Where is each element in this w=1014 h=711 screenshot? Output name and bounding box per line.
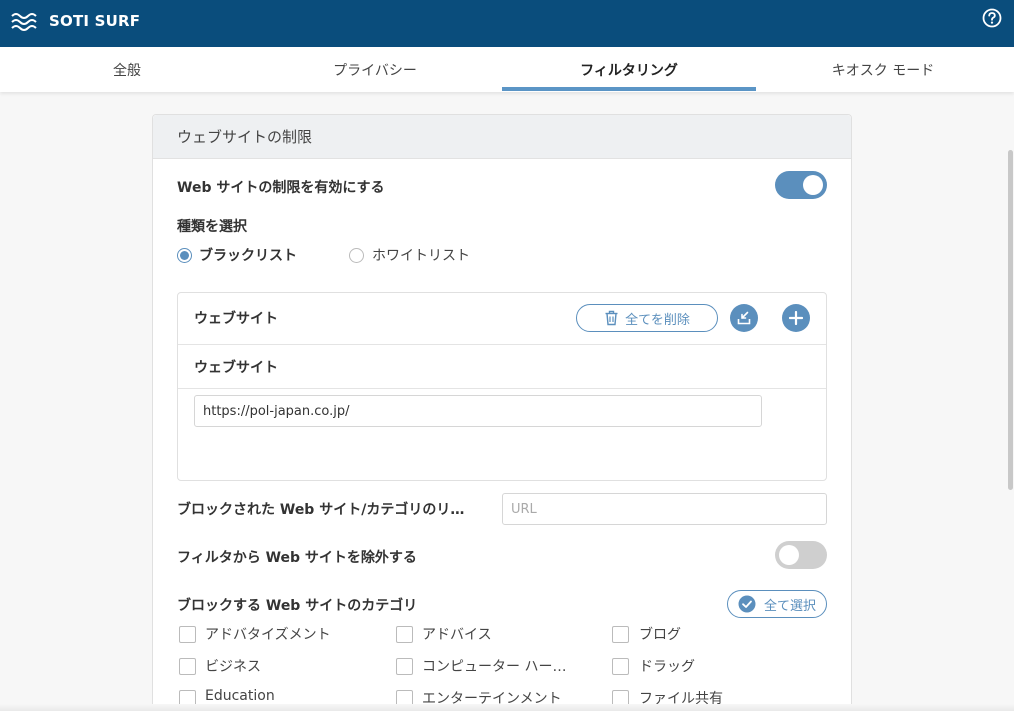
blacklist-label[interactable]: ブラックリスト bbox=[199, 245, 297, 265]
check-circle-icon bbox=[738, 595, 756, 613]
divider bbox=[178, 388, 826, 389]
tab-bar: 全般 プライバシー フィルタリング キオスク モード bbox=[0, 47, 1014, 92]
type-select-label: 種類を選択 bbox=[177, 219, 247, 235]
select-all-button[interactable]: 全て選択 bbox=[727, 590, 827, 618]
category-label-item[interactable]: コンピューター ハー… bbox=[422, 656, 566, 676]
category-label-item[interactable]: アドバタイズメント bbox=[205, 624, 331, 644]
waves-logo-icon bbox=[11, 13, 37, 31]
category-label-item[interactable]: Education bbox=[205, 688, 275, 704]
category-label-item[interactable]: ビジネス bbox=[205, 656, 261, 676]
enable-restriction-label: Web サイトの制限を有効にする bbox=[177, 180, 385, 196]
trash-icon bbox=[605, 310, 618, 326]
toggle-knob bbox=[803, 175, 823, 195]
tab-general[interactable]: 全般 bbox=[0, 47, 254, 92]
category-checkbox[interactable] bbox=[396, 626, 413, 643]
tab-filtering[interactable]: フィルタリング bbox=[502, 47, 756, 92]
enable-restriction-toggle[interactable] bbox=[775, 171, 827, 199]
whitelist-label[interactable]: ホワイトリスト bbox=[372, 245, 470, 265]
redirect-url-input[interactable] bbox=[502, 493, 827, 525]
add-website-button[interactable] bbox=[782, 304, 810, 332]
delete-all-button[interactable]: 全てを削除 bbox=[576, 304, 718, 332]
category-label-item[interactable]: アドバイス bbox=[422, 624, 492, 644]
category-checkbox[interactable] bbox=[396, 658, 413, 675]
category-label: ブロックする Web サイトのカテゴリ bbox=[177, 598, 418, 614]
website-restriction-panel: ウェブサイトの制限 Web サイトの制限を有効にする 種類を選択 ブラックリスト… bbox=[152, 114, 852, 711]
website-column-header: ウェブサイト bbox=[194, 360, 278, 376]
website-list-box: ウェブサイト 全てを削除 ウェブサイト bbox=[177, 292, 827, 481]
exclude-filter-label: フィルタから Web サイトを除外する bbox=[177, 550, 417, 566]
redirect-url-label: ブロックされた Web サイト/カテゴリのリ… bbox=[177, 502, 465, 518]
bottom-edge bbox=[0, 704, 1014, 711]
whitelist-radio[interactable] bbox=[349, 248, 364, 263]
category-checkbox[interactable] bbox=[612, 658, 629, 675]
tab-privacy[interactable]: プライバシー bbox=[248, 47, 502, 92]
plus-icon bbox=[789, 311, 803, 325]
category-label-item[interactable]: ブログ bbox=[639, 624, 681, 644]
scrollbar[interactable] bbox=[1008, 150, 1013, 490]
website-box-title: ウェブサイト bbox=[194, 311, 278, 327]
help-icon[interactable] bbox=[982, 8, 1002, 28]
website-entry-input[interactable] bbox=[194, 395, 762, 427]
category-checkbox[interactable] bbox=[179, 658, 196, 675]
toggle-knob bbox=[779, 545, 799, 565]
category-label-item[interactable]: ドラッグ bbox=[639, 656, 695, 676]
exclude-filter-toggle[interactable] bbox=[775, 541, 827, 569]
app-title: SOTI SURF bbox=[49, 12, 141, 30]
app-header: SOTI SURF bbox=[0, 0, 1014, 47]
blacklist-radio[interactable] bbox=[177, 248, 192, 263]
category-checkbox[interactable] bbox=[179, 626, 196, 643]
category-checkbox[interactable] bbox=[612, 626, 629, 643]
panel-header: ウェブサイトの制限 bbox=[153, 115, 851, 159]
import-icon bbox=[737, 311, 751, 325]
tab-kiosk-mode[interactable]: キオスク モード bbox=[756, 47, 1010, 92]
divider bbox=[178, 344, 826, 345]
import-button[interactable] bbox=[730, 304, 758, 332]
